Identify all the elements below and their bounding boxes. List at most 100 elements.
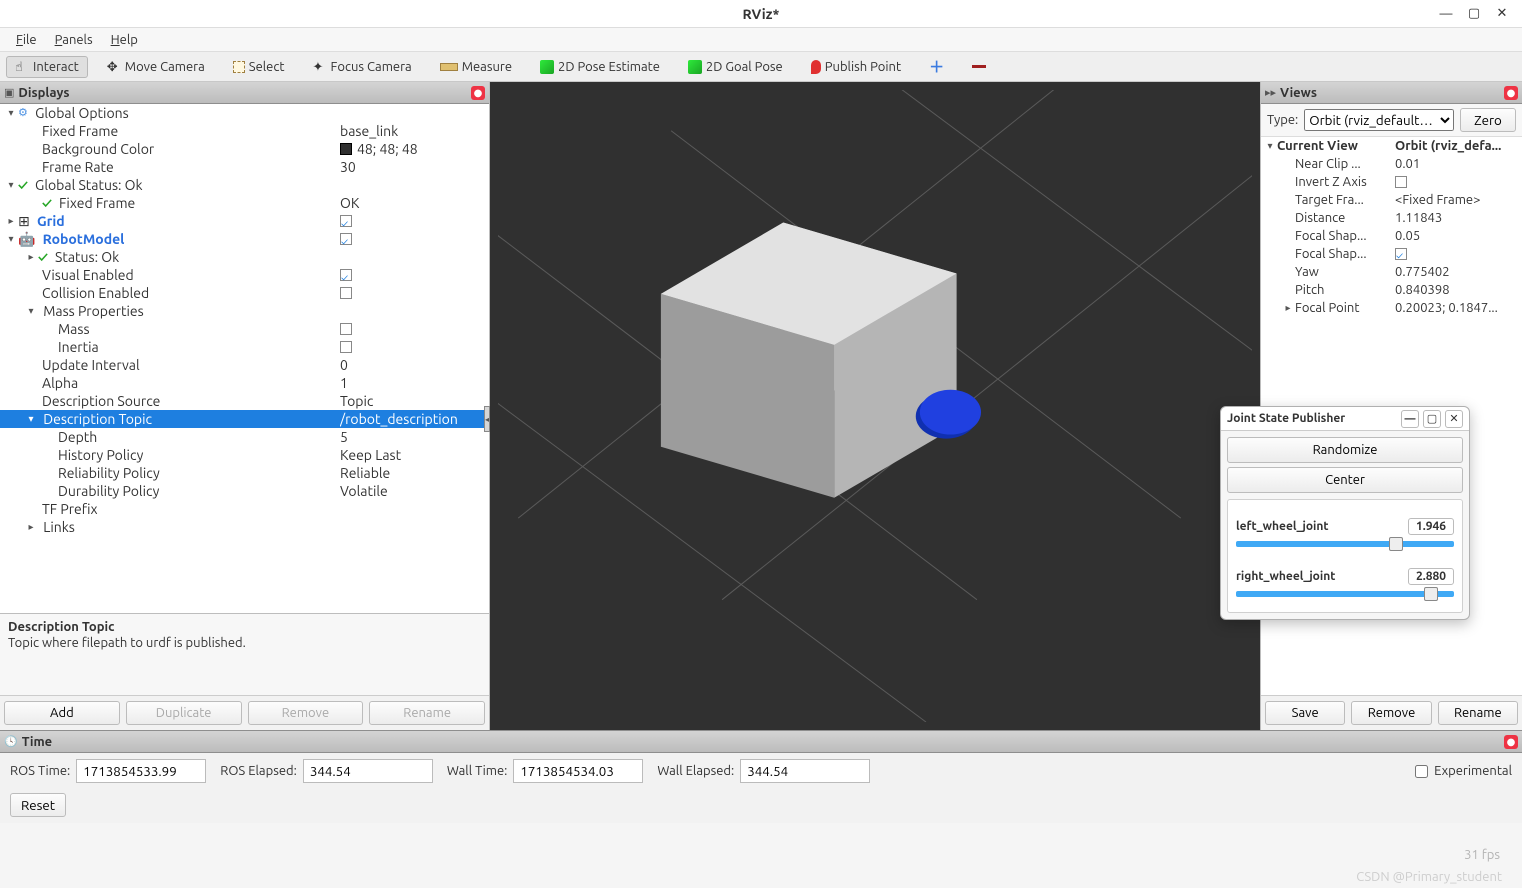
tree-description-source[interactable]: Description Source Topic — [0, 392, 489, 410]
reset-button[interactable]: Reset — [10, 793, 66, 817]
focus-camera-button[interactable]: ✦ Focus Camera — [304, 56, 421, 78]
tree-robotmodel[interactable]: ▾🤖 RobotModel — [0, 230, 489, 248]
publish-point-button[interactable]: Publish Point — [802, 56, 910, 78]
zero-button[interactable]: Zero — [1460, 108, 1516, 132]
joint-slider-1[interactable] — [1236, 591, 1454, 597]
window-title: RViz* — [743, 6, 780, 22]
maximize-icon[interactable]: ▢ — [1466, 6, 1482, 22]
arrow-icon — [688, 60, 702, 74]
view-focal-point[interactable]: ▸Focal Point 0.20023; 0.1847... — [1261, 299, 1522, 317]
experimental-checkbox-input[interactable] — [1415, 765, 1428, 778]
remove-button[interactable]: Remove — [248, 701, 364, 725]
goal-pose-button[interactable]: 2D Goal Pose — [679, 56, 792, 78]
tree-frame-rate[interactable]: Frame Rate 30 — [0, 158, 489, 176]
tree-visual-enabled[interactable]: Visual Enabled — [0, 266, 489, 284]
checkbox-icon[interactable] — [340, 323, 352, 335]
jsp-maximize-icon[interactable]: ▢ — [1423, 410, 1441, 428]
checkbox-icon[interactable] — [340, 215, 352, 227]
checkbox-icon[interactable] — [1395, 248, 1407, 260]
jsp-title: Joint State Publisher — [1227, 412, 1345, 425]
measure-label: Measure — [462, 60, 512, 74]
tree-robotmodel-status[interactable]: ▸✓ Status: Ok — [0, 248, 489, 266]
menu-file[interactable]: File — [10, 31, 43, 49]
tree-mass-properties[interactable]: ▾ Mass Properties — [0, 302, 489, 320]
tree-reliability-policy[interactable]: Reliability Policy Reliable — [0, 464, 489, 482]
tree-global-options[interactable]: ▾⚙ Global Options — [0, 104, 489, 122]
select-button[interactable]: Select — [224, 56, 294, 78]
views-type-select[interactable]: Orbit (rviz_default… — [1304, 109, 1454, 131]
close-panel-icon[interactable]: ● — [471, 86, 485, 100]
displays-tree[interactable]: ▾⚙ Global Options Fixed Frame base_link … — [0, 104, 489, 613]
pose-estimate-button[interactable]: 2D Pose Estimate — [531, 56, 669, 78]
views-remove-button[interactable]: Remove — [1351, 701, 1431, 725]
tree-durability-policy[interactable]: Durability Policy Volatile — [0, 482, 489, 500]
tree-description-topic[interactable]: ▾ Description Topic /robot_description — [0, 410, 489, 428]
wall-time-input[interactable] — [513, 759, 643, 783]
displays-panel-header[interactable]: ▣ Displays ● — [0, 82, 489, 104]
view-invert-z[interactable]: Invert Z Axis — [1261, 173, 1522, 191]
tree-collision-enabled[interactable]: Collision Enabled — [0, 284, 489, 302]
ros-elapsed-input[interactable] — [303, 759, 433, 783]
splitter-handle[interactable]: ◂ — [484, 406, 490, 432]
experimental-checkbox[interactable]: Experimental — [1415, 764, 1512, 778]
close-icon[interactable]: ✕ — [1494, 6, 1510, 22]
interact-icon: ☝ — [15, 60, 29, 74]
view-near-clip[interactable]: Near Clip ... 0.01 — [1261, 155, 1522, 173]
tree-status-fixed-frame[interactable]: ✓ Fixed Frame OK — [0, 194, 489, 212]
toolbar-add-button[interactable]: ＋ — [920, 52, 953, 81]
tree-tf-prefix[interactable]: TF Prefix — [0, 500, 489, 518]
view-focal-shape1[interactable]: Focal Shap... 0.05 — [1261, 227, 1522, 245]
tree-mass[interactable]: Mass — [0, 320, 489, 338]
tree-depth[interactable]: Depth 5 — [0, 428, 489, 446]
checkbox-icon[interactable] — [1395, 176, 1407, 188]
joint-state-publisher-window[interactable]: Joint State Publisher — ▢ ✕ Randomize Ce… — [1220, 406, 1470, 620]
randomize-button[interactable]: Randomize — [1227, 437, 1463, 463]
tree-background-color[interactable]: Background Color 48; 48; 48 — [0, 140, 489, 158]
measure-button[interactable]: Measure — [431, 56, 521, 78]
close-panel-icon[interactable]: ● — [1504, 86, 1518, 100]
ros-time-input[interactable] — [76, 759, 206, 783]
view-yaw[interactable]: Yaw 0.775402 — [1261, 263, 1522, 281]
description-box: Description Topic Topic where filepath t… — [0, 613, 489, 695]
menu-help[interactable]: Help — [105, 31, 144, 49]
move-camera-button[interactable]: ✥ Move Camera — [98, 56, 214, 78]
minimize-icon[interactable]: — — [1438, 6, 1454, 22]
add-button[interactable]: Add — [4, 701, 120, 725]
view-distance[interactable]: Distance 1.11843 — [1261, 209, 1522, 227]
tree-global-status[interactable]: ▾✓ Global Status: Ok — [0, 176, 489, 194]
tree-fixed-frame[interactable]: Fixed Frame base_link — [0, 122, 489, 140]
checkbox-icon[interactable] — [340, 341, 352, 353]
views-panel-header[interactable]: ▸▸ Views ● — [1261, 82, 1522, 104]
menu-panels[interactable]: Panels — [49, 31, 99, 49]
wall-elapsed-input[interactable] — [740, 759, 870, 783]
tree-update-interval[interactable]: Update Interval 0 — [0, 356, 489, 374]
center-button[interactable]: Center — [1227, 467, 1463, 493]
checkbox-icon[interactable] — [340, 287, 352, 299]
duplicate-button[interactable]: Duplicate — [126, 701, 242, 725]
viewport-3d[interactable] — [498, 90, 1252, 722]
arrow-icon — [540, 60, 554, 74]
view-focal-shape2[interactable]: Focal Shap... — [1261, 245, 1522, 263]
rename-button[interactable]: Rename — [369, 701, 485, 725]
views-save-button[interactable]: Save — [1265, 701, 1345, 725]
checkbox-icon[interactable] — [340, 233, 352, 245]
joint-slider-0[interactable] — [1236, 541, 1454, 547]
wall-time-field: Wall Time: — [447, 759, 644, 783]
close-panel-icon[interactable]: ● — [1504, 735, 1518, 749]
tree-alpha[interactable]: Alpha 1 — [0, 374, 489, 392]
tree-links[interactable]: ▸ Links — [0, 518, 489, 536]
jsp-close-icon[interactable]: ✕ — [1445, 410, 1463, 428]
tree-grid[interactable]: ▸⊞ Grid — [0, 212, 489, 230]
jsp-minimize-icon[interactable]: — — [1401, 410, 1419, 428]
time-panel-header[interactable]: 🕓 Time ● — [0, 731, 1522, 753]
ros-time-field: ROS Time: — [10, 759, 206, 783]
view-target-frame[interactable]: Target Fra... <Fixed Frame> — [1261, 191, 1522, 209]
interact-button[interactable]: ☝ Interact — [6, 56, 88, 78]
view-current[interactable]: ▾Current View Orbit (rviz_defa... — [1261, 137, 1522, 155]
view-pitch[interactable]: Pitch 0.840398 — [1261, 281, 1522, 299]
views-rename-button[interactable]: Rename — [1438, 701, 1518, 725]
toolbar-remove-button[interactable] — [963, 61, 995, 72]
tree-inertia[interactable]: Inertia — [0, 338, 489, 356]
checkbox-icon[interactable] — [340, 269, 352, 281]
tree-history-policy[interactable]: History Policy Keep Last — [0, 446, 489, 464]
